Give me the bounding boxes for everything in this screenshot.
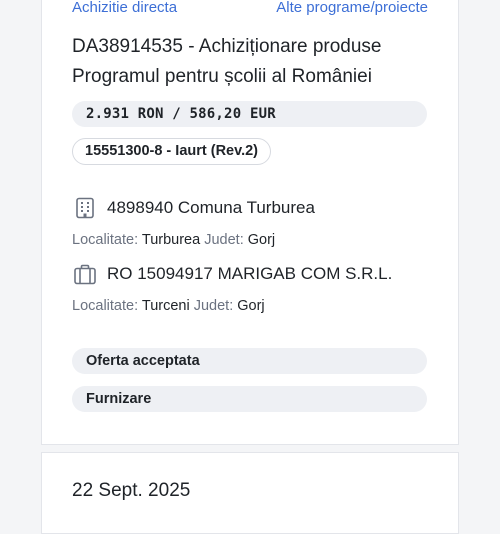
- judet-value: Gorj: [247, 232, 276, 248]
- localitate-value: Turburea: [141, 232, 201, 248]
- tender-title[interactable]: DA38914535 - Achiziționare produse Progr…: [72, 32, 432, 92]
- next-card-date: 22 Sept. 2025: [72, 480, 191, 501]
- localitate-label: Localitate:: [72, 232, 139, 248]
- contract-type-badge: Furnizare: [72, 386, 427, 412]
- authority-location: Localitate: Turburea Judet: Gorj: [72, 232, 275, 248]
- judet-label: Judet:: [193, 298, 234, 314]
- localitate-label: Localitate:: [72, 298, 139, 314]
- cpv-code-badge: 15551300-8 - Iaurt (Rev.2): [72, 138, 272, 165]
- offer-status-badge: Oferta acceptata: [72, 348, 427, 374]
- judet-label: Judet:: [204, 232, 244, 248]
- program-link[interactable]: Alte programe/proiecte: [276, 0, 428, 16]
- procedure-type-link[interactable]: Achizitie directa: [72, 0, 177, 16]
- supplier-location: Localitate: Turceni Judet: Gorj: [72, 298, 265, 314]
- supplier-name[interactable]: RO 15094917 MARIGAB COM S.R.L.: [107, 264, 392, 284]
- briefcase-icon: [74, 264, 96, 285]
- authority-name[interactable]: 4898940 Comuna Turburea: [107, 198, 315, 218]
- judet-value: Gorj: [237, 298, 265, 314]
- price-badge: 2.931 RON / 586,20 EUR: [72, 101, 427, 127]
- building-icon: [76, 197, 94, 219]
- localitate-value: Turceni: [141, 298, 190, 314]
